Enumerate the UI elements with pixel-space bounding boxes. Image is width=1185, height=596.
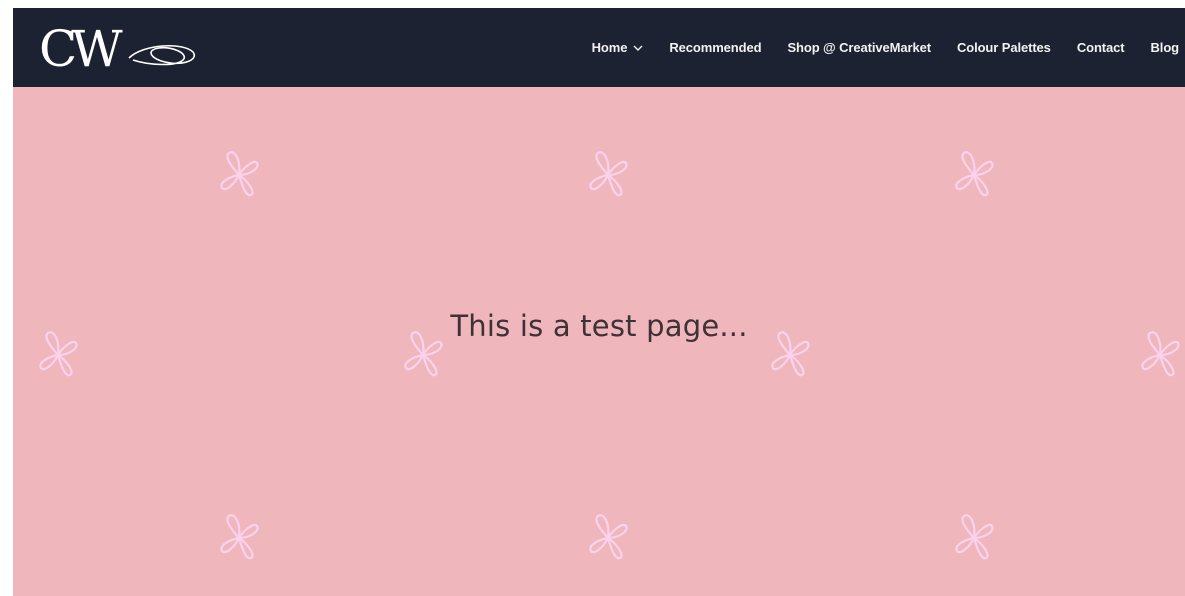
page-headline: This is a test page... [450,309,748,343]
bow-icon [589,151,628,197]
cw-monogram-logo-icon: CW [39,20,196,78]
chevron-down-icon [633,45,643,51]
nav-item-label: Contact [1076,40,1125,55]
nav-item-contact[interactable]: Contact [1077,40,1125,55]
nav-item-label: Blog [1150,40,1180,55]
bow-icon [220,514,259,560]
hero-section: This is a test page... [13,87,1185,596]
page-frame: CW Home Recommended Shop @ CreativeMarke… [13,8,1185,596]
svg-text:CW: CW [39,20,123,78]
bow-icon [589,514,628,560]
nav-item-shop[interactable]: Shop @ CreativeMarket [787,40,931,55]
bow-icon [955,514,994,560]
bow-icon [955,151,994,197]
nav-item-label: Home [591,40,628,55]
nav-item-home[interactable]: Home [592,40,644,55]
nav-item-label: Recommended [669,40,762,55]
nav-item-colour-palettes[interactable]: Colour Palettes [957,40,1051,55]
bow-icon [220,151,259,197]
nav-item-label: Colour Palettes [956,40,1051,55]
main-nav: Home Recommended Shop @ CreativeMarket C… [592,8,1179,87]
nav-item-recommended[interactable]: Recommended [669,40,761,55]
nav-item-label: Shop @ CreativeMarket [787,40,931,55]
site-header: CW Home Recommended Shop @ CreativeMarke… [13,8,1185,87]
site-logo[interactable]: CW [33,14,203,78]
nav-item-blog[interactable]: Blog [1150,40,1180,55]
